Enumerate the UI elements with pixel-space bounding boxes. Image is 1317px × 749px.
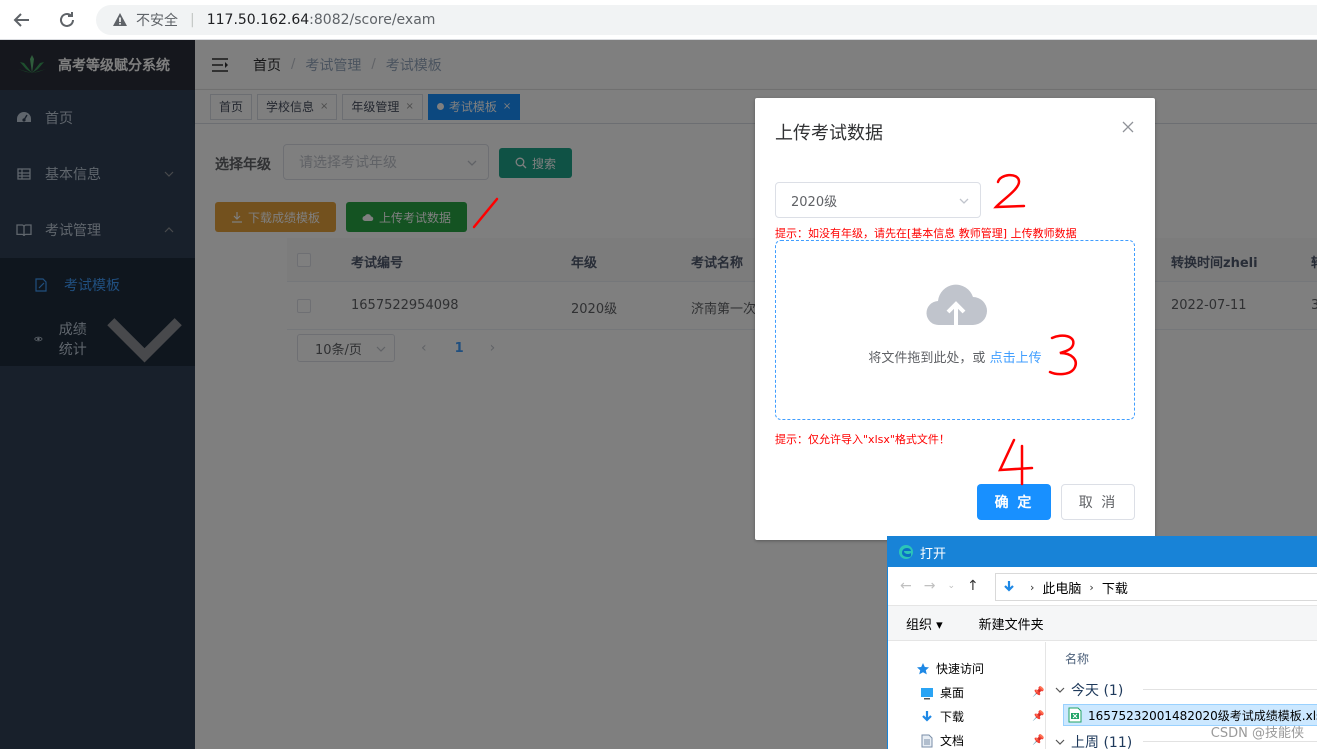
star-icon [917, 662, 929, 674]
document-icon [921, 734, 933, 747]
dialog-title: 上传考试数据 [775, 123, 883, 144]
cloud-upload-icon [926, 284, 987, 326]
group-label: 上周 (11) [1071, 735, 1133, 749]
upload-dialog: 上传考试数据 2020级 提示：如没有年级，请先在[基本信息 教师管理] 上传教… [755, 98, 1155, 540]
tree-item-quick-access[interactable]: 快速访问 [916, 660, 984, 677]
forward-arrow-icon[interactable]: → [924, 578, 936, 594]
back-arrow-icon[interactable]: ← [900, 578, 912, 594]
browser-toolbar: 不安全 | 117.50.162.64 :8082/score/exam [0, 0, 1317, 40]
path-segment[interactable]: 下载 [1102, 578, 1128, 597]
file-dialog-titlebar: 打开 [888, 537, 1317, 567]
address-bar[interactable]: 不安全 | 117.50.162.64 :8082/score/exam [96, 5, 1317, 35]
new-folder-button[interactable]: 新建文件夹 [979, 614, 1044, 633]
file-name: 16575232001482020级考试成绩模板.xlsx [1088, 708, 1317, 723]
warning-icon [113, 13, 127, 26]
click-upload-link[interactable]: 点击上传 [990, 351, 1042, 366]
tree-item-label: 快速访问 [936, 662, 985, 676]
up-arrow-icon[interactable]: ↑ [967, 578, 979, 594]
url-path: :8082/score/exam [309, 12, 436, 28]
path-segment[interactable]: 此电脑 [1042, 578, 1081, 597]
path-separator: › [1089, 580, 1094, 594]
upload-hint: 将文件拖到此处，或 点击上传 [776, 347, 1134, 366]
confirm-button[interactable]: 确 定 [977, 484, 1051, 520]
close-icon[interactable] [1121, 120, 1135, 134]
file-open-dialog: 打开 ← → ⌄ ↑ › 此电脑 › 下载 组织 ▾ 新建文件夹 快速访问 桌面… [887, 536, 1317, 749]
pin-icon[interactable]: 📌 [1032, 711, 1044, 722]
address-separator: | [190, 12, 195, 28]
file-dialog-title: 打开 [920, 546, 947, 562]
cancel-button[interactable]: 取 消 [1061, 484, 1135, 520]
file-dialog-tree: 快速访问 桌面 📌 下载 📌 文档 📌 [888, 642, 1046, 749]
file-dialog-path[interactable]: › 此电脑 › 下载 [995, 573, 1317, 601]
group-divider [1143, 741, 1317, 742]
group-today[interactable]: 今天 (1) [1055, 680, 1317, 700]
reload-icon[interactable] [55, 8, 79, 32]
tree-item-label: 下载 [940, 710, 965, 724]
desktop-icon [921, 687, 933, 699]
chevron-down-icon [959, 198, 969, 204]
insecure-label: 不安全 [136, 13, 178, 29]
tree-item-downloads[interactable]: 下载 [920, 708, 964, 725]
column-header-name[interactable]: 名称 [1065, 650, 1089, 667]
tree-item-label: 文档 [940, 734, 965, 748]
grade-tip: 提示：如没有年级，请先在[基本信息 教师管理] 上传教师数据 [775, 227, 1077, 240]
chevron-down-icon [1055, 687, 1065, 693]
pin-icon[interactable]: 📌 [1032, 735, 1044, 746]
upload-dropzone[interactable]: 将文件拖到此处，或 点击上传 [775, 240, 1135, 420]
back-arrow-icon[interactable] [10, 8, 34, 32]
group-divider [1143, 689, 1317, 690]
tree-item-documents[interactable]: 文档 [920, 732, 964, 749]
tree-item-desktop[interactable]: 桌面 [920, 684, 964, 701]
edge-browser-icon [899, 545, 913, 559]
pin-icon[interactable]: 📌 [1032, 687, 1044, 698]
path-separator: › [1030, 580, 1035, 594]
download-folder-icon [1004, 581, 1014, 592]
xlsx-file-icon [1068, 707, 1082, 723]
dialog-grade-value: 2020级 [791, 194, 838, 210]
file-dialog-toolbar: 组织 ▾ 新建文件夹 [888, 605, 1317, 641]
upload-hint-text: 将文件拖到此处，或 [868, 351, 990, 366]
history-dropdown-icon[interactable]: ⌄ [947, 581, 955, 591]
dialog-grade-select[interactable]: 2020级 [775, 182, 981, 218]
organize-button[interactable]: 组织 ▾ [906, 614, 943, 633]
download-icon [922, 710, 932, 722]
url-host: 117.50.162.64 [206, 12, 310, 28]
chevron-down-icon [1055, 739, 1065, 745]
group-label: 今天 (1) [1071, 683, 1124, 699]
watermark: CSDN @技能侠 [1210, 726, 1304, 741]
format-tip: 提示：仅允许导入"xlsx"格式文件！ [775, 433, 950, 446]
tree-item-label: 桌面 [940, 686, 965, 700]
